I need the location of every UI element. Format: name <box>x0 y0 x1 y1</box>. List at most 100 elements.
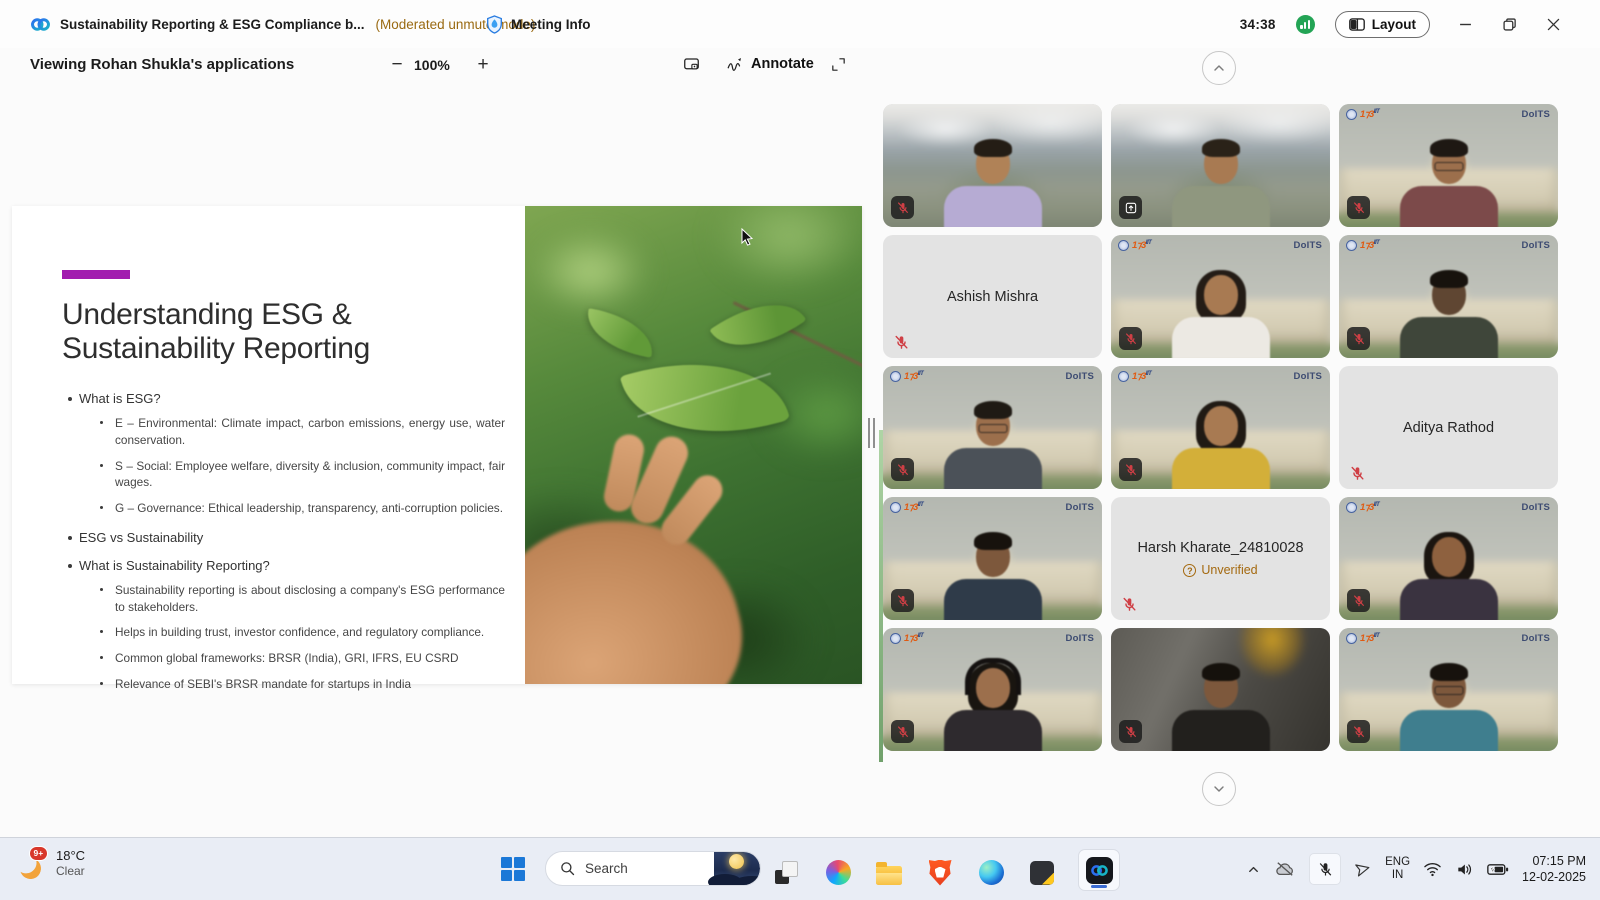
tray-chevron-up-icon[interactable] <box>1246 862 1261 877</box>
news-badge: 9+ <box>29 846 48 861</box>
connection-quality-icon[interactable] <box>1296 15 1315 34</box>
meeting-title: Sustainability Reporting & ESG Complianc… <box>60 17 365 32</box>
slide-bullet: ESG vs Sustainability <box>62 530 505 545</box>
doits-watermark: DoITS <box>1066 371 1094 382</box>
wifi-icon[interactable] <box>1423 861 1442 877</box>
participant-tile-video[interactable] <box>1111 104 1330 227</box>
webex-logo-icon <box>30 14 51 35</box>
edge-browser-icon[interactable] <box>976 858 1006 888</box>
participant-tile-video[interactable]: 1⁊3IITDoITS <box>1339 235 1558 358</box>
zoom-out-button[interactable]: − <box>384 52 410 78</box>
expand-view-icon[interactable] <box>826 52 851 77</box>
volume-icon[interactable] <box>1455 861 1474 878</box>
participant-name: Ashish Mishra <box>947 289 1038 305</box>
meeting-timer: 34:38 <box>1240 17 1276 32</box>
clock-date: 12-02-2025 <box>1522 869 1586 885</box>
iit-roorkee-logo: 1⁊3IIT <box>890 633 923 644</box>
webex-window: Sustainability Reporting & ESG Complianc… <box>0 0 1600 900</box>
slide-bullet: Helps in building trust, investor confid… <box>62 624 505 641</box>
windows-taskbar: 9+ 18°C Clear Search <box>0 837 1600 900</box>
slide-bullet: S – Social: Employee welfare, diversity … <box>62 458 505 492</box>
participant-tile-video[interactable]: 1⁊3IITDoITS <box>883 366 1102 489</box>
slide-bullets: What is ESG? E – Environmental: Climate i… <box>62 378 505 702</box>
participant-person <box>1389 535 1509 620</box>
mic-muted-icon <box>1347 720 1370 743</box>
mic-muted-icon <box>1347 196 1370 219</box>
mic-muted-icon <box>1347 327 1370 350</box>
weather-condition: Clear <box>56 864 85 879</box>
onedrive-paused-icon[interactable] <box>1274 860 1296 878</box>
participant-tile-video[interactable]: 1⁊3IITDoITS <box>883 497 1102 620</box>
slide-bullet: What is Sustainability Reporting? <box>62 558 505 573</box>
participant-tile-video[interactable]: 1⁊3IITDoITS <box>1339 104 1558 227</box>
iit-roorkee-logo: 1⁊3IIT <box>890 502 923 513</box>
participant-tile-name[interactable]: Harsh Kharate_24810028?Unverified <box>1111 497 1330 620</box>
slide-accent-bar <box>62 270 130 279</box>
clock-time: 07:15 PM <box>1522 853 1586 869</box>
slide-bullet: What is ESG? <box>62 391 505 406</box>
mic-muted-icon <box>891 458 914 481</box>
participant-tile-video[interactable]: 1⁊3IITDoITS <box>1339 497 1558 620</box>
iit-roorkee-logo: 1⁊3IIT <box>1118 371 1151 382</box>
share-toolbar: Viewing Rohan Shukla's applications − 10… <box>0 48 1600 88</box>
participant-tile-video[interactable] <box>883 104 1102 227</box>
annotate-button[interactable]: Annotate <box>722 52 818 76</box>
scroll-down-button[interactable] <box>1202 772 1236 806</box>
meeting-info-button[interactable]: Meeting Info <box>486 15 591 34</box>
shield-icon <box>486 15 503 34</box>
participant-person <box>1161 666 1281 751</box>
language-indicator[interactable]: ENGIN <box>1385 856 1410 883</box>
doits-watermark: DoITS <box>1066 633 1094 644</box>
panel-resize-handle[interactable] <box>868 418 878 448</box>
mic-muted-icon <box>893 334 910 351</box>
slide-bullet: E – Environmental: Climate impact, carbo… <box>62 415 505 449</box>
restore-button[interactable] <box>1502 17 1516 31</box>
participant-tile-name[interactable]: Aditya Rathod <box>1339 366 1558 489</box>
titlebar: Sustainability Reporting & ESG Complianc… <box>0 0 1600 48</box>
taskbar-clock[interactable]: 07:15 PM 12-02-2025 <box>1522 853 1586 885</box>
annotate-label: Annotate <box>751 56 814 72</box>
tray-mic-muted-icon[interactable] <box>1309 853 1341 885</box>
screen-sharing-icon <box>1119 196 1142 219</box>
battery-charging-icon[interactable] <box>1487 862 1509 877</box>
copilot-icon[interactable] <box>823 858 853 888</box>
brave-browser-icon[interactable] <box>925 858 955 888</box>
participant-tile-video[interactable]: 1⁊3IITDoITS <box>1339 628 1558 751</box>
slide-title: Understanding ESG & Sustainability Repor… <box>62 298 370 365</box>
search-highlight-image <box>714 851 760 886</box>
participant-tile-video[interactable]: 1⁊3IITDoITS <box>1111 235 1330 358</box>
mic-muted-icon <box>891 720 914 743</box>
search-placeholder: Search <box>585 861 704 876</box>
minimize-button[interactable] <box>1458 17 1472 31</box>
participant-tile-video[interactable]: 1⁊3IIT DoITS <box>883 628 1102 751</box>
participant-person <box>933 666 1053 751</box>
participant-tile-video[interactable] <box>1111 628 1330 751</box>
meeting-info-label: Meeting Info <box>511 17 591 32</box>
iit-roorkee-logo: 1⁊3IIT <box>1346 240 1379 251</box>
task-view-button[interactable] <box>772 858 802 888</box>
participant-tile-video[interactable]: 1⁊3IITDoITS <box>1111 366 1330 489</box>
layout-grid-icon <box>1349 18 1365 31</box>
participant-tile-name[interactable]: Ashish Mishra <box>883 235 1102 358</box>
sticky-notes-icon[interactable] <box>1027 858 1057 888</box>
slide-bullet: Sustainability reporting is about disclo… <box>62 582 505 616</box>
webex-taskbar-icon[interactable] <box>1078 849 1120 891</box>
pen-arrow-icon[interactable] <box>1354 860 1372 878</box>
start-button[interactable] <box>501 857 525 881</box>
file-explorer-icon[interactable] <box>874 858 904 888</box>
shared-screen-view-button[interactable] <box>678 52 705 78</box>
participant-person <box>1161 404 1281 489</box>
zoom-in-button[interactable]: + <box>470 52 496 78</box>
taskbar-search[interactable]: Search <box>545 851 761 886</box>
doits-watermark: DoITS <box>1294 240 1322 251</box>
weather-widget[interactable]: 9+ 18°C Clear <box>20 848 85 879</box>
scroll-up-button[interactable] <box>1202 51 1236 85</box>
annotate-pen-icon <box>726 56 744 72</box>
viewing-label: Viewing Rohan Shukla's applications <box>30 56 294 73</box>
question-circle-icon: ? <box>1183 564 1196 577</box>
layout-button[interactable]: Layout <box>1335 11 1430 38</box>
participant-person <box>933 535 1053 620</box>
search-icon <box>560 861 575 876</box>
slide-bullet: Common global frameworks: BRSR (India), … <box>62 650 505 667</box>
close-button[interactable] <box>1546 17 1560 31</box>
